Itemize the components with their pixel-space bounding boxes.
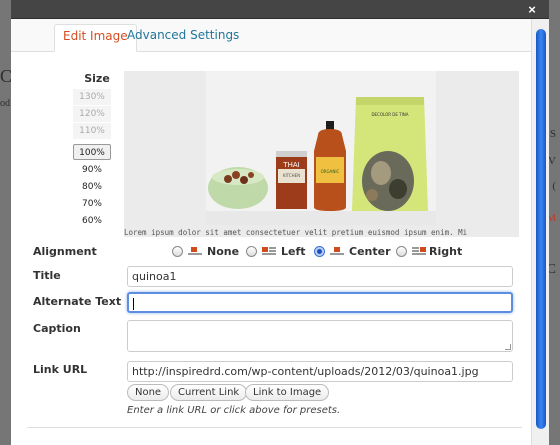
preview-caption-text: Lorem ipsum dolor sit amet consectetuer …: [124, 228, 468, 237]
align-center-label: Center: [349, 244, 391, 258]
modal-titlebar: ×: [11, 0, 549, 19]
align-center-option[interactable]: Center: [314, 243, 391, 259]
link-current-button[interactable]: Current Link: [170, 384, 248, 401]
tab-bar: Edit Image Advanced Settings: [11, 19, 531, 52]
caption-label: Caption: [33, 322, 81, 335]
align-right-option[interactable]: Right: [396, 243, 462, 259]
edit-image-dialog: Edit Image Advanced Settings Size 130% 1…: [11, 19, 549, 445]
size-option-110[interactable]: 110%: [73, 123, 111, 139]
align-none-icon: [188, 246, 202, 256]
image-preview: THAI KITCHEN ORGANIC DECOLOR DE TINA: [124, 71, 519, 237]
bg-fragment: od: [0, 98, 10, 109]
link-url-input[interactable]: http://inspiredrd.com/wp-content/uploads…: [127, 361, 513, 382]
bag-label-text: DECOLOR DE TINA: [371, 112, 408, 117]
size-options: 130% 120% 110% 100% 90% 80% 70% 60%: [73, 89, 111, 235]
scrollbar[interactable]: [531, 19, 549, 445]
align-right-radio[interactable]: [396, 245, 407, 257]
link-to-image-button[interactable]: Link to Image: [245, 384, 330, 401]
bottle-label-text: ORGANIC: [321, 169, 340, 174]
alt-text-label: Alternate Text: [33, 295, 122, 308]
bg-fragment: (: [552, 180, 556, 192]
alt-text-input[interactable]: [127, 292, 513, 313]
title-label: Title: [33, 269, 61, 282]
bg-fragment: S: [549, 128, 556, 140]
can-sub-text: KITCHEN: [283, 173, 300, 178]
align-left-icon: [262, 246, 276, 256]
align-left-option[interactable]: Left: [246, 243, 306, 259]
align-center-icon: [330, 246, 344, 256]
tab-advanced-settings[interactable]: Advanced Settings: [119, 24, 247, 52]
title-input[interactable]: quinoa1: [127, 266, 513, 287]
text-cursor: [133, 298, 134, 310]
align-left-radio[interactable]: [246, 245, 257, 257]
size-heading: Size: [84, 72, 110, 85]
size-option-60[interactable]: 60%: [73, 213, 111, 229]
size-option-90[interactable]: 90%: [73, 162, 111, 178]
can-brand-text: THAI: [282, 161, 299, 169]
align-left-label: Left: [281, 244, 306, 258]
align-none-radio[interactable]: [172, 245, 183, 257]
caption-textarea[interactable]: [127, 320, 513, 352]
align-right-icon: [412, 246, 426, 256]
size-option-70[interactable]: 70%: [73, 196, 111, 212]
resize-grip-icon[interactable]: [505, 344, 511, 350]
link-none-button[interactable]: None: [127, 384, 170, 401]
background-left-strip: C od: [0, 0, 12, 445]
align-right-label: Right: [429, 244, 463, 258]
align-none-label: None: [207, 244, 240, 258]
alignment-label: Alignment: [33, 245, 97, 258]
scrollbar-thumb[interactable]: [536, 29, 546, 429]
align-center-radio[interactable]: [314, 245, 325, 257]
size-option-130[interactable]: 130%: [73, 89, 111, 105]
link-hint-text: Enter a link URL or click above for pres…: [127, 405, 341, 416]
product-photo-illustration: THAI KITCHEN ORGANIC DECOLOR DE TINA: [206, 97, 436, 225]
size-option-80[interactable]: 80%: [73, 179, 111, 195]
divider: [27, 427, 522, 428]
size-option-120[interactable]: 120%: [73, 106, 111, 122]
close-button[interactable]: ×: [526, 3, 538, 16]
product-photo: THAI KITCHEN ORGANIC DECOLOR DE TINA: [206, 71, 436, 225]
align-none-option[interactable]: None: [172, 243, 239, 259]
size-option-100[interactable]: 100%: [73, 144, 111, 160]
bg-fragment: V: [548, 155, 556, 167]
link-url-label: Link URL: [33, 363, 88, 376]
